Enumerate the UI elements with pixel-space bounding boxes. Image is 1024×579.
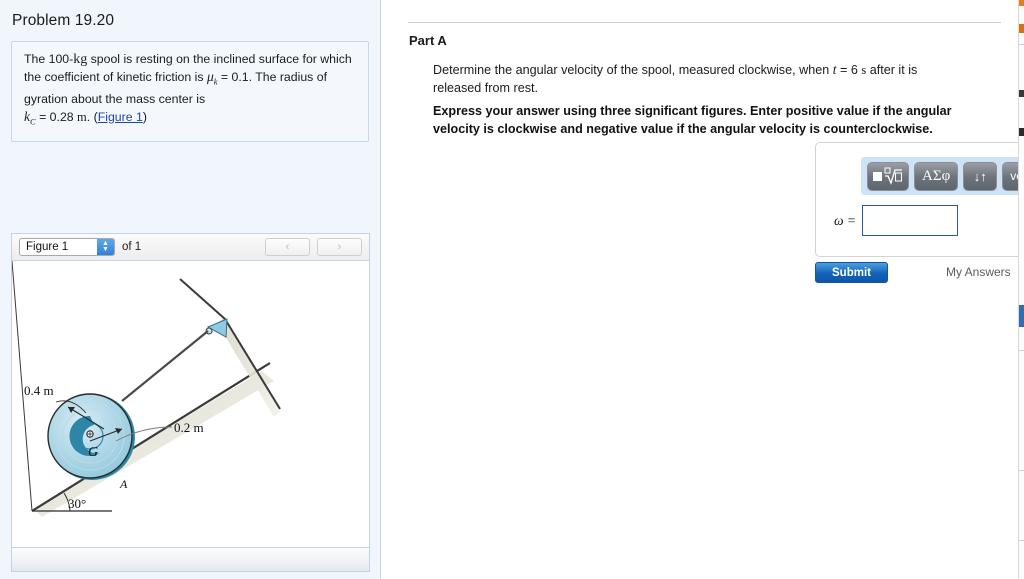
omega-label: ω =	[833, 212, 856, 228]
cable	[121, 330, 209, 402]
figure-nav-bar: Figure 1 ▲ ▼ of 1 ‹ ›	[11, 233, 370, 260]
right-answer-panel: Part A Determine the angular velocity of…	[381, 0, 1024, 579]
edge-mark-orange	[1019, 24, 1024, 33]
submit-button[interactable]: Submit	[815, 262, 888, 283]
wall-upper-segment	[179, 278, 226, 320]
part-a-heading: Part A	[409, 33, 447, 48]
greek-symbols-button[interactable]: ΑΣφ	[914, 161, 959, 191]
page-title: Problem 19.20	[12, 12, 115, 29]
problem-statement-box: The 100-kg spool is resting on the incli…	[11, 41, 369, 143]
question-prompt: Determine the angular velocity of the sp…	[433, 61, 968, 97]
next-figure-button[interactable]: ›	[317, 238, 362, 256]
figure-select-label: Figure 1	[26, 241, 69, 253]
left-problem-panel: Problem 19.20 The 100-kg spool is restin…	[0, 0, 381, 579]
prev-figure-button[interactable]: ‹	[265, 238, 310, 256]
nth-root-icon	[884, 167, 902, 185]
length-unit-m: m	[77, 109, 87, 124]
subscript-superscript-button[interactable]: ↓↑	[963, 161, 998, 191]
edge-mark-gray-3	[1019, 470, 1024, 471]
label-contact-a: A	[119, 477, 128, 491]
mass-unit-kg: kg	[73, 52, 88, 67]
question-part-2: = 6	[836, 63, 858, 77]
sqrt-glyph	[873, 167, 903, 185]
answer-instruction: Express your answer using three signific…	[433, 104, 952, 136]
label-angle-30: 30°	[68, 496, 86, 511]
statement-part-4: = 0.28	[35, 109, 74, 124]
section-divider	[408, 22, 1001, 23]
figure-footer-bar	[11, 548, 370, 572]
masteringphysics-problem-page: Problem 19.20 The 100-kg spool is restin…	[0, 0, 1024, 579]
statement-part-1: The 100-	[24, 52, 74, 66]
template-sqrt-button[interactable]	[867, 161, 909, 191]
label-inner-radius: 0.2 m	[174, 420, 204, 435]
label-outer-radius: 0.4 m	[24, 383, 54, 398]
radius-gyration-symbol: kC	[24, 108, 36, 127]
my-answers-link[interactable]: My Answers	[946, 265, 1011, 279]
figure-arrow-group: ‹ ›	[265, 238, 362, 256]
mu-symbol: μk	[206, 69, 218, 87]
answer-entry-box: ΑΣφ ↓↑ vec	[815, 142, 1024, 257]
edge-mark-gray-4	[1019, 540, 1024, 541]
cable-bracket	[206, 318, 228, 338]
statement-part-5: . (	[86, 109, 98, 124]
answer-input[interactable]	[862, 205, 958, 236]
right-edge-strip	[1018, 0, 1024, 579]
edge-mark-gray-2	[1019, 350, 1024, 351]
chevron-updown-icon[interactable]: ▲ ▼	[97, 239, 114, 255]
question-part-1: Determine the angular velocity of the sp…	[433, 63, 833, 77]
statement-part-6: )	[142, 109, 147, 124]
edge-mark-gray	[1019, 44, 1024, 45]
figure-1-link[interactable]: Figure 1	[98, 110, 143, 124]
answer-input-row: ω = rad/s	[816, 205, 1024, 236]
figure-select[interactable]: Figure 1 ▲ ▼	[19, 238, 115, 256]
edge-mark-blue	[1019, 305, 1024, 327]
figure-canvas[interactable]: 0.4 m 0.2 m G A 30°	[11, 260, 370, 548]
math-toolbar: ΑΣφ ↓↑ vec	[861, 157, 1024, 195]
edge-mark-dark-1	[1019, 90, 1024, 97]
edge-mark-dark-2	[1019, 128, 1024, 136]
spool-incline-diagram: 0.4 m 0.2 m G A 30°	[12, 261, 281, 517]
label-center-g: G	[88, 445, 98, 460]
figure-count-label: of 1	[122, 241, 142, 253]
edge-mark-orange-top	[1019, 0, 1024, 6]
problem-statement-text: The 100-kg spool is resting on the incli…	[24, 51, 356, 130]
